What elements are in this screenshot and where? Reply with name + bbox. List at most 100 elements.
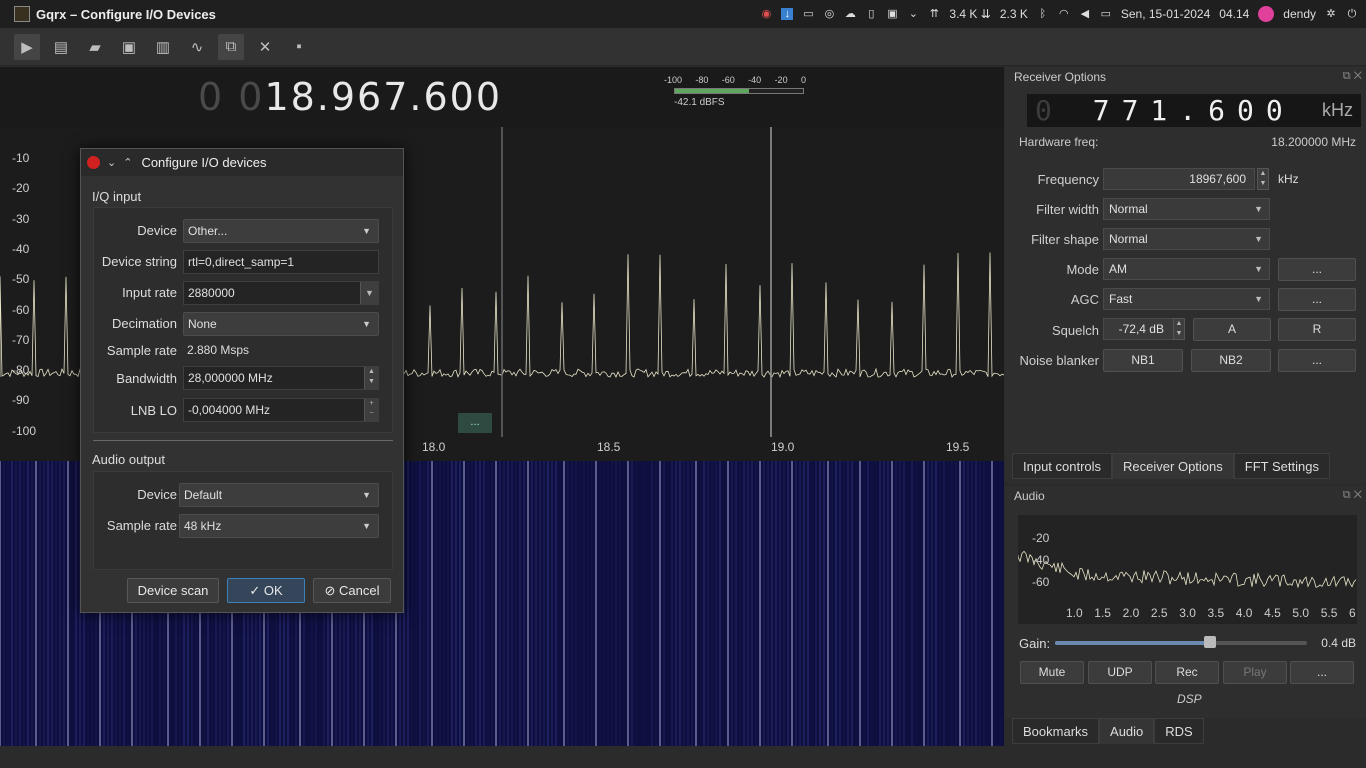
lnb-lo-input[interactable]: -0,004000 MHz + − — [183, 398, 379, 422]
udp-button[interactable]: UDP — [1088, 661, 1152, 684]
download-icon[interactable]: ↓ — [781, 8, 794, 20]
device-scan-button[interactable]: Device scan — [127, 578, 219, 603]
mute-button[interactable]: Mute — [1020, 661, 1084, 684]
save-icon[interactable]: ▣ — [116, 34, 142, 60]
dialog-titlebar: ⌄ ⌃ Configure I/O devices — [81, 149, 403, 176]
decimation-select[interactable]: None ▼ — [183, 312, 379, 336]
power-icon[interactable]: ⏻ — [1346, 8, 1358, 20]
network-arrows-icon: ⇈ — [929, 8, 940, 20]
clipboard-icon[interactable]: ▯ — [865, 8, 877, 20]
audio-options-button[interactable]: ... — [1290, 661, 1354, 684]
audio-x-tick: 2.0 — [1122, 606, 1140, 620]
frequency-input[interactable]: 18967,600 — [1103, 168, 1255, 190]
dock-float-close-icon[interactable]: ⧉ ✕ — [1343, 70, 1362, 83]
cloud-icon[interactable]: ☁ — [844, 8, 856, 20]
frequency-display-value: 18.967.600 — [264, 75, 503, 119]
x-tick-label: 18.0 — [422, 440, 446, 454]
open-icon[interactable]: ▰ — [82, 34, 108, 60]
bandwidth-spinner[interactable]: ▲ ▼ — [364, 367, 378, 389]
maximize-icon[interactable]: ⌃ — [123, 156, 132, 169]
pin-icon[interactable]: ▪ — [286, 34, 312, 60]
net-download-speed: 3.4 K ⇊ — [949, 7, 991, 21]
frequency-display[interactable]: 0 018.967.600 — [198, 75, 502, 119]
bandwidth-input[interactable]: 28,000000 MHz ▲ ▼ — [183, 366, 379, 390]
sample-rate-label: Sample rate — [106, 343, 177, 358]
io-devices-icon[interactable]: ⧉ — [218, 33, 244, 60]
audio-output-group-title: Audio output — [92, 452, 166, 467]
frequency-spinner[interactable]: ▲ ▼ — [1257, 168, 1269, 190]
agc-label: AGC — [1070, 292, 1099, 307]
audio-device-label: Device — [137, 487, 177, 502]
squelch-input[interactable]: -72,4 dB — [1103, 318, 1183, 340]
signal-meter-readout: -42.1 dBFS — [674, 97, 725, 108]
receiver-options-title: Receiver Options — [1014, 70, 1107, 84]
volume-icon[interactable]: ◀ — [1079, 8, 1091, 20]
play-button[interactable]: Play — [1223, 661, 1287, 684]
minimize-icon[interactable]: ⌄ — [107, 156, 116, 169]
expand-tray-icon[interactable]: ⌄ — [907, 8, 919, 20]
cancel-button[interactable]: ⊘ Cancel — [313, 578, 391, 603]
display-icon[interactable]: ▣ — [886, 8, 898, 20]
play-icon[interactable]: ▶ — [14, 33, 40, 60]
close-icon[interactable] — [87, 156, 100, 169]
x-tick-label: 18.5 — [597, 440, 621, 454]
receiver-lcd-leading: 0 — [1035, 94, 1064, 127]
filter-shape-label: Filter shape — [1031, 232, 1099, 247]
waveform-icon[interactable]: ∿ — [184, 34, 210, 60]
lnb-lo-spinner[interactable]: + − — [364, 399, 378, 421]
tab-receiver-options[interactable]: Receiver Options — [1112, 453, 1234, 479]
filter-width-select[interactable]: Normal ▼ — [1103, 198, 1270, 220]
decimation-label: Decimation — [111, 316, 177, 331]
ok-button[interactable]: ✓ OK — [227, 578, 305, 603]
filter-shape-select[interactable]: Normal ▼ — [1103, 228, 1270, 250]
audio-device-select[interactable]: Default ▼ — [179, 483, 379, 507]
wifi-icon[interactable]: ◠ — [1058, 8, 1070, 20]
mode-select[interactable]: AM ▼ — [1103, 258, 1270, 280]
gain-slider-handle[interactable] — [1204, 636, 1216, 648]
device-string-input[interactable]: rtl=0,direct_samp=1 — [183, 250, 379, 274]
filter-handle[interactable]: ... — [458, 413, 492, 433]
clock-date[interactable]: Sen, 15-01-2024 — [1121, 7, 1210, 21]
tab-fft-settings[interactable]: FFT Settings — [1233, 453, 1330, 479]
ghost-icon[interactable]: ◉ — [760, 8, 772, 20]
tab-input-controls[interactable]: Input controls — [1012, 453, 1113, 479]
media-icon[interactable]: ◎ — [823, 8, 835, 20]
dock-float-close-icon[interactable]: ⧉ ✕ — [1343, 489, 1362, 502]
bookmark-icon[interactable]: ▥ — [150, 34, 176, 60]
tools-icon[interactable]: ✕ — [252, 34, 278, 60]
keyboard-icon[interactable]: ▭ — [802, 8, 814, 20]
input-rate-combo[interactable]: 2880000 ▼ — [183, 281, 379, 305]
audio-fft-plot[interactable]: -20 -40 -60 1.0 1.5 2.0 2.5 3.0 3.5 4.0 4.5 5.0 5.5… — [1017, 515, 1357, 624]
clock-time[interactable]: 04.14 — [1219, 7, 1249, 21]
battery-icon[interactable]: ▭ — [1100, 8, 1112, 20]
audio-x-tick: 6 — [1349, 606, 1356, 620]
device-select[interactable]: Other... ▼ — [183, 219, 379, 243]
rec-button[interactable]: Rec — [1155, 661, 1219, 684]
squelch-auto-button[interactable]: A — [1193, 318, 1271, 341]
mode-options-button[interactable]: ... — [1278, 258, 1356, 281]
audio-x-tick: 5.5 — [1320, 606, 1338, 620]
noise-blanker-options-button[interactable]: ... — [1278, 349, 1356, 372]
ok-button-label: OK — [263, 583, 283, 598]
tab-rds[interactable]: RDS — [1154, 718, 1204, 744]
user-name[interactable]: dendy — [1283, 7, 1316, 21]
agc-options-button[interactable]: ... — [1278, 288, 1356, 311]
tab-bookmarks[interactable]: Bookmarks — [1012, 718, 1100, 744]
receiver-lcd[interactable]: 0 771.600 kHz — [1027, 94, 1361, 127]
audio-sample-rate-select[interactable]: 48 kHz ▼ — [179, 514, 379, 538]
receiver-dock-tabs: Input controls Receiver Options FFT Sett… — [1012, 453, 1330, 479]
nb2-button[interactable]: NB2 — [1191, 349, 1271, 372]
tab-audio[interactable]: Audio — [1099, 718, 1155, 744]
squelch-spinner[interactable]: ▲ ▼ — [1173, 318, 1185, 340]
notifications-icon[interactable]: ✲ — [1325, 8, 1337, 20]
user-avatar[interactable] — [1258, 6, 1275, 22]
mode-value: AM — [1109, 262, 1127, 276]
squelch-reset-button[interactable]: R — [1278, 318, 1356, 341]
bluetooth-icon[interactable]: ᛒ — [1037, 8, 1049, 20]
chevron-down-icon[interactable]: ▼ — [360, 282, 378, 304]
gain-slider-track[interactable] — [1055, 641, 1307, 645]
agc-select[interactable]: Fast ▼ — [1103, 288, 1270, 310]
gain-value: 0.4 dB — [1321, 636, 1356, 650]
nb1-button[interactable]: NB1 — [1103, 349, 1183, 372]
hardware-icon[interactable]: ▤ — [48, 34, 74, 60]
